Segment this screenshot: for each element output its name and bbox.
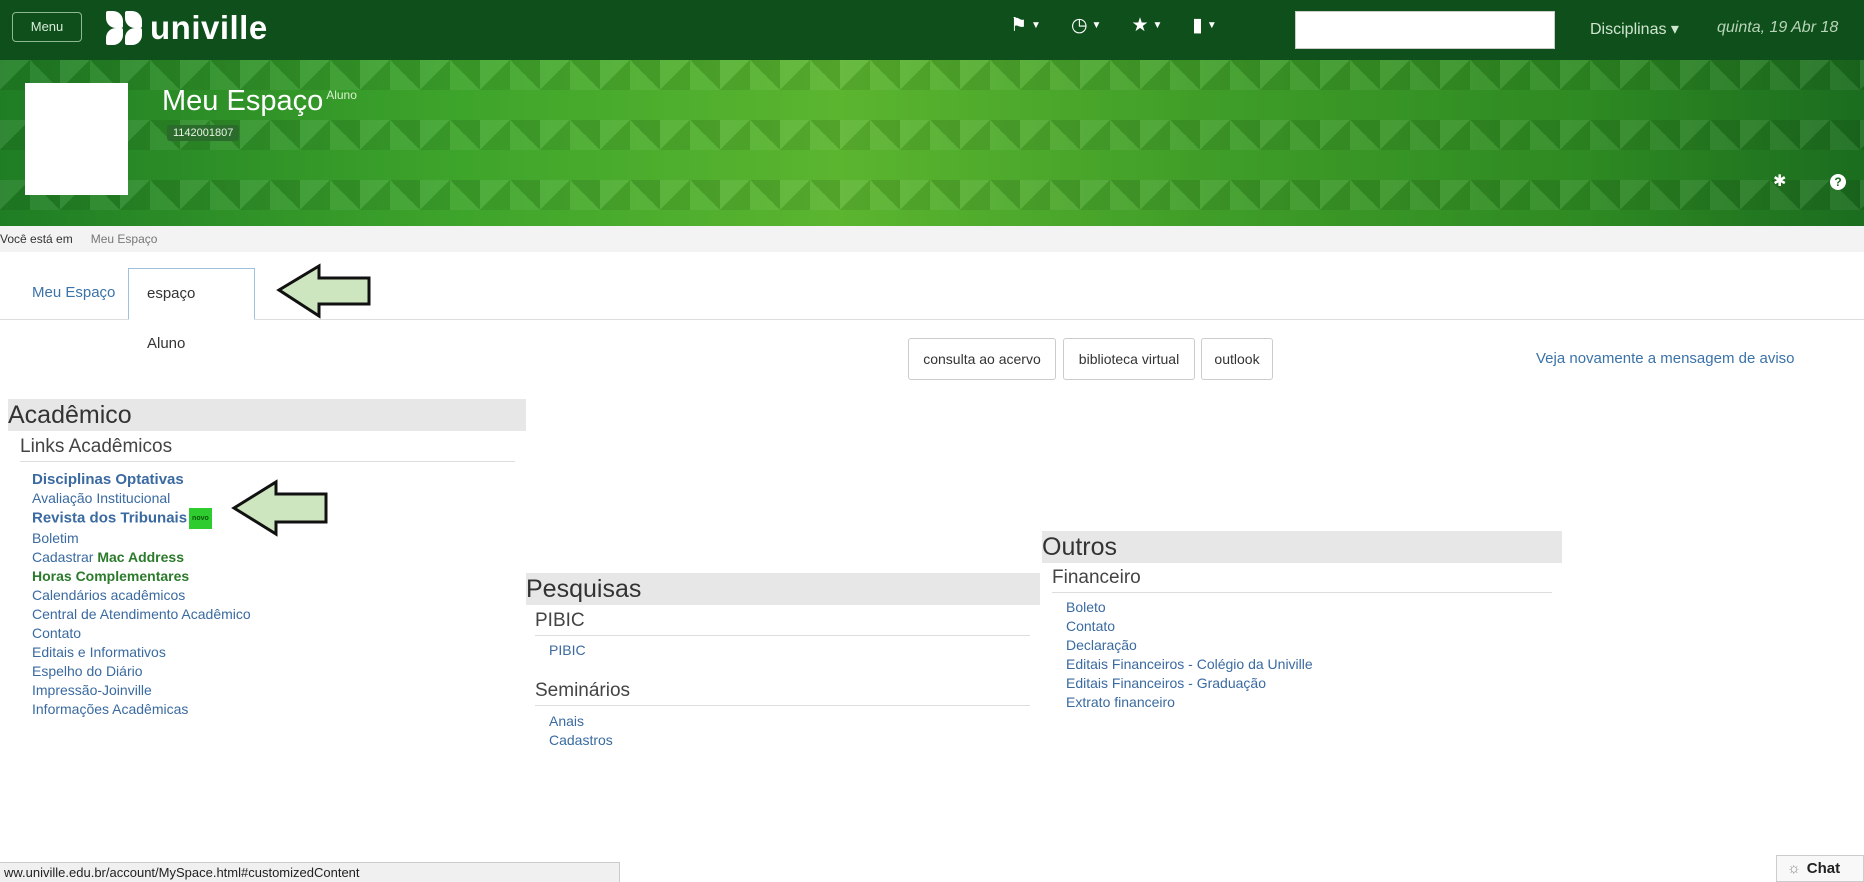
biblioteca-virtual-button[interactable]: biblioteca virtual bbox=[1063, 338, 1195, 380]
caret-down-icon: ▼ bbox=[1031, 20, 1041, 31]
list-item[interactable]: Cadastrar Mac Address bbox=[32, 548, 251, 567]
tag-icon[interactable]: ⚑ ▼ bbox=[1010, 14, 1041, 37]
gear-icon[interactable]: ✱ bbox=[1773, 174, 1789, 190]
tab-espaco-aluno[interactable]: espaço Aluno bbox=[128, 268, 255, 352]
annotation-arrow-icon bbox=[276, 263, 371, 319]
list-item[interactable]: Avaliação Institucional bbox=[32, 489, 251, 508]
new-badge: novo bbox=[189, 508, 212, 529]
comment-icon[interactable]: ▮ ▼ bbox=[1192, 14, 1216, 37]
aviso-link[interactable]: Veja novamente a mensagem de aviso bbox=[1536, 350, 1795, 367]
pibic-heading: PIBIC bbox=[535, 610, 1030, 636]
list-item[interactable]: Contato bbox=[32, 624, 251, 643]
menu-button[interactable]: Menu bbox=[12, 12, 82, 42]
list-item[interactable]: Extrato financeiro bbox=[1066, 693, 1313, 712]
univille-logo[interactable]: univille bbox=[104, 6, 268, 50]
chat-icon: ☼ bbox=[1787, 860, 1801, 877]
list-item[interactable]: Contato bbox=[1066, 617, 1313, 636]
search-input[interactable] bbox=[1295, 11, 1555, 49]
list-item[interactable]: Calendários acadêmicos bbox=[32, 586, 251, 605]
breadcrumb-prefix: Você está em bbox=[0, 232, 73, 246]
page-title-text: Meu Espaço bbox=[162, 85, 324, 117]
page-title-subtitle: Aluno bbox=[326, 88, 357, 103]
chat-button[interactable]: ☼ Chat bbox=[1776, 855, 1864, 882]
academico-links-list: Disciplinas Optativas Avaliação Instituc… bbox=[32, 470, 251, 719]
star-icon[interactable]: ★ ▼ bbox=[1131, 14, 1162, 37]
browser-status-url: ww.univille.edu.br/account/MySpace.html#… bbox=[0, 862, 620, 882]
breadcrumb-current[interactable]: Meu Espaço bbox=[91, 232, 158, 246]
page-title: Meu Espaço Aluno bbox=[162, 85, 357, 118]
pibic-list: PIBIC bbox=[549, 641, 586, 660]
consulta-acervo-button[interactable]: consulta ao acervo bbox=[908, 338, 1056, 380]
top-navbar: Menu univille ⚑ ▼ ◷ ▼ ★ ▼ ▮ ▼ Disciplinas ▾ … bbox=[0, 0, 1864, 60]
list-item[interactable]: Cadastros bbox=[549, 731, 613, 750]
list-item[interactable]: Central de Atendimento Acadêmico bbox=[32, 605, 251, 624]
help-icon[interactable]: ? bbox=[1830, 174, 1846, 190]
list-item[interactable]: PIBIC bbox=[549, 641, 586, 660]
logo-mark-icon bbox=[104, 11, 144, 45]
list-item[interactable]: Espelho do Diário bbox=[32, 662, 251, 681]
avatar bbox=[25, 83, 128, 195]
nav-icon-group: ⚑ ▼ ◷ ▼ ★ ▼ ▮ ▼ bbox=[1010, 14, 1217, 37]
list-item[interactable]: Disciplinas Optativas bbox=[32, 470, 251, 489]
page: Menu univille ⚑ ▼ ◷ ▼ ★ ▼ ▮ ▼ Disciplinas ▾ … bbox=[0, 0, 1864, 882]
caret-down-icon: ▼ bbox=[1206, 20, 1217, 31]
section-outros-heading: Outros bbox=[1042, 531, 1562, 563]
list-item[interactable]: Editais e Informativos bbox=[32, 643, 251, 662]
list-item[interactable]: Horas Complementares bbox=[32, 567, 251, 586]
list-item[interactable]: Boletim bbox=[32, 529, 251, 548]
seminarios-heading: Seminários bbox=[535, 680, 1030, 706]
logo-text: univille bbox=[150, 9, 268, 46]
chat-label: Chat bbox=[1806, 860, 1841, 877]
list-item[interactable]: Editais Financeiros - Graduação bbox=[1066, 674, 1313, 693]
links-academicos-heading: Links Acadêmicos bbox=[20, 436, 515, 462]
list-item[interactable]: Impressão-Joinville bbox=[32, 681, 251, 700]
breadcrumb: Você está em Meu Espaço bbox=[0, 226, 1864, 252]
list-item[interactable]: Anais bbox=[549, 712, 613, 731]
list-item[interactable]: Editais Financeiros - Colégio da Univill… bbox=[1066, 655, 1313, 674]
financeiro-list: Boleto Contato Declaração Editais Financ… bbox=[1066, 598, 1313, 712]
list-item[interactable]: Declaração bbox=[1066, 636, 1313, 655]
section-academico-heading: Acadêmico bbox=[8, 399, 526, 431]
list-item[interactable]: Informações Acadêmicas bbox=[32, 700, 251, 719]
disciplinas-dropdown[interactable]: Disciplinas ▾ bbox=[1590, 19, 1679, 39]
section-pesquisas-heading: Pesquisas bbox=[526, 573, 1040, 605]
list-item[interactable]: Revista dos Tribunais novo bbox=[32, 508, 251, 529]
seminarios-list: Anais Cadastros bbox=[549, 712, 613, 750]
list-item[interactable]: Boleto bbox=[1066, 598, 1313, 617]
caret-down-icon: ▼ bbox=[1091, 20, 1102, 31]
user-id-badge: 1142001807 bbox=[167, 125, 240, 141]
outlook-button[interactable]: outlook bbox=[1201, 338, 1273, 380]
financeiro-heading: Financeiro bbox=[1052, 567, 1552, 593]
current-date: quinta, 19 Abr 18 bbox=[1717, 19, 1839, 36]
caret-down-icon: ▼ bbox=[1152, 20, 1163, 31]
clock-icon[interactable]: ◷ ▼ bbox=[1071, 14, 1102, 37]
tab-meu-espaco[interactable]: Meu Espaço bbox=[14, 268, 133, 320]
